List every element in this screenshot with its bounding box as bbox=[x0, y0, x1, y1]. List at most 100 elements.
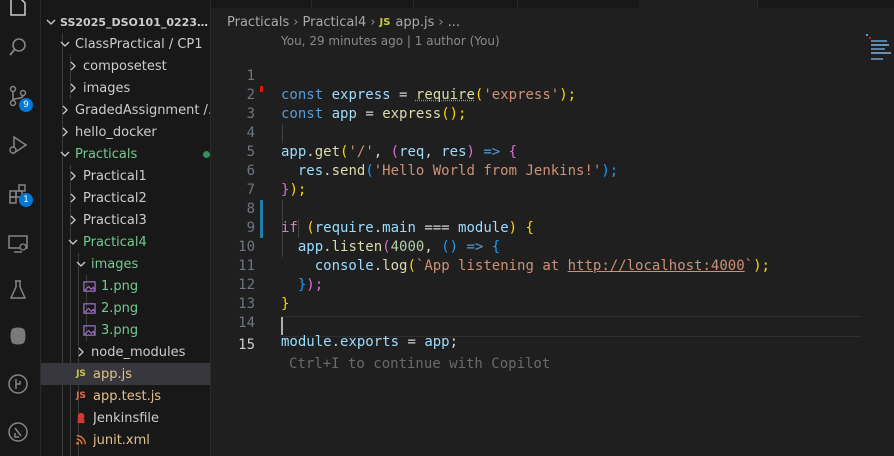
tree-file-junit-xml[interactable]: junit.xml M bbox=[41, 429, 210, 451]
tree-label: GradedAssignment /... bbox=[75, 102, 211, 118]
tree-label: composetest bbox=[83, 58, 167, 74]
chevron-right-icon bbox=[67, 60, 79, 72]
tree-label: 3.png bbox=[101, 322, 139, 338]
tree-label: ClassPractical / CP1 bbox=[75, 36, 203, 52]
run-debug-icon[interactable] bbox=[4, 131, 32, 159]
text-caret bbox=[281, 317, 283, 335]
workspace-root-label: SS2025_DSO101_02230305 bbox=[60, 15, 211, 29]
remote-explorer-icon[interactable] bbox=[4, 229, 32, 257]
jenkins-file-icon bbox=[73, 410, 89, 426]
tree-file-1-png[interactable]: 1.png U bbox=[41, 275, 210, 297]
code-line: 15 Ctrl+I to continue with Copilot bbox=[211, 317, 894, 372]
tree-label: junit.xml bbox=[93, 432, 150, 448]
tree-label: Practicals bbox=[75, 146, 138, 162]
tree-folder-gradedassignment[interactable]: GradedAssignment /... bbox=[41, 99, 211, 121]
tree-label: node_modules bbox=[91, 344, 186, 360]
chevron-right-icon bbox=[75, 346, 87, 358]
workspace-root[interactable]: SS2025_DSO101_02230305 bbox=[41, 11, 211, 33]
image-file-icon bbox=[81, 322, 97, 338]
tree-folder-practical2[interactable]: Practical2 bbox=[41, 187, 210, 209]
chevron-right-icon bbox=[59, 126, 71, 138]
tab[interactable] bbox=[211, 0, 312, 8]
code-line: 3 bbox=[211, 86, 894, 122]
chevron-down-icon bbox=[75, 258, 87, 270]
breadcrumb: Practicals › Practical4 › JS app.js › ..… bbox=[227, 12, 460, 32]
chevron-down-icon bbox=[67, 236, 79, 248]
code-line: 1 const express = require('express'); bbox=[211, 48, 894, 103]
breadcrumb-item[interactable]: Practical4 bbox=[302, 15, 366, 30]
tree-folder-images-practical4[interactable]: images bbox=[41, 253, 210, 275]
explorer-icon[interactable] bbox=[4, 0, 32, 20]
explorer-panel: SS2025_DSO101_02230305 ClassPractical / … bbox=[41, 0, 211, 456]
chevron-right-icon: › bbox=[370, 14, 376, 30]
breadcrumb-item[interactable]: Practicals bbox=[227, 15, 289, 30]
code-line: 5 res.send('Hello World from Jenkins!'); bbox=[211, 124, 894, 179]
code-line: 12 } bbox=[211, 257, 894, 312]
tab-active[interactable] bbox=[639, 0, 758, 8]
code-line: 7 bbox=[211, 162, 894, 198]
tree-file-app-js[interactable]: JS app.js M bbox=[41, 363, 210, 385]
tree-label: Jenkinsfile bbox=[93, 410, 160, 426]
js-file-icon: JS bbox=[76, 369, 86, 379]
code-line: 2 const app = express(); bbox=[211, 67, 894, 122]
tab-strip bbox=[211, 0, 894, 8]
tree-file-3-png[interactable]: 3.png U bbox=[41, 319, 210, 341]
tree-label: hello_docker bbox=[75, 124, 157, 140]
tree-folder-node-modules[interactable]: node_modules bbox=[41, 341, 210, 363]
tree-label: images bbox=[91, 256, 139, 272]
code-line: 8 if (require.main === module) { bbox=[211, 181, 894, 236]
tree-label: Practical3 bbox=[83, 212, 147, 228]
chevron-down-icon bbox=[59, 148, 71, 160]
tree-folder-classpractical[interactable]: ClassPractical / CP1 bbox=[41, 33, 210, 55]
minimap[interactable] bbox=[866, 34, 892, 64]
extensions-badge: 1 bbox=[19, 193, 33, 207]
tree-label: app.test.js bbox=[93, 388, 162, 404]
code-line: 13 bbox=[211, 276, 894, 312]
chevron-right-icon bbox=[67, 170, 79, 182]
line-number: 15 bbox=[238, 337, 255, 353]
testing-icon[interactable] bbox=[4, 276, 32, 304]
modified-dot bbox=[203, 150, 210, 158]
activity-bar: 9 1 bbox=[0, 0, 41, 456]
git-blame-codelens[interactable]: You, 29 minutes ago | 1 author (You) bbox=[281, 34, 500, 48]
code-line: 14 module.exports = app; bbox=[211, 295, 894, 350]
code-line: 4 app.get('/', (req, res) => { bbox=[211, 105, 894, 160]
tree-label: Practical1 bbox=[83, 168, 147, 184]
breadcrumb-item[interactable]: ... bbox=[448, 15, 460, 30]
chevron-right-icon: › bbox=[293, 14, 299, 30]
code-line: 10 console.log(`App listening at http://… bbox=[211, 219, 894, 274]
docker-icon[interactable] bbox=[4, 322, 32, 350]
code-line: 11 }); bbox=[211, 238, 894, 293]
tab[interactable] bbox=[413, 0, 518, 8]
image-file-icon bbox=[81, 278, 97, 294]
tree-folder-hello-docker[interactable]: hello_docker bbox=[41, 121, 210, 143]
chevron-right-icon bbox=[67, 82, 79, 94]
git-graph-icon[interactable] bbox=[4, 370, 32, 398]
breadcrumb-item[interactable]: app.js bbox=[395, 15, 434, 30]
tree-file-2-png[interactable]: 2.png U bbox=[41, 297, 210, 319]
tree-folder-composetest[interactable]: composetest bbox=[41, 55, 210, 77]
copilot-hint: Ctrl+I to continue with Copilot bbox=[289, 356, 551, 372]
tree-label: 2.png bbox=[101, 300, 139, 316]
tab[interactable] bbox=[311, 0, 414, 8]
accounts-icon[interactable] bbox=[4, 418, 32, 446]
rss-file-icon bbox=[73, 432, 89, 448]
tree-file-jenkinsfile[interactable]: Jenkinsfile bbox=[41, 407, 210, 429]
js-test-file-icon: JS bbox=[76, 391, 86, 401]
editor-area: Practicals › Practical4 › JS app.js › ..… bbox=[211, 0, 894, 456]
search-icon[interactable] bbox=[4, 33, 32, 61]
chevron-right-icon: › bbox=[438, 14, 444, 30]
code-line: 9 app.listen(4000, () => { bbox=[211, 200, 894, 255]
tab[interactable] bbox=[517, 0, 640, 8]
chevron-down-icon bbox=[45, 16, 56, 28]
chevron-right-icon bbox=[67, 214, 79, 226]
tree-folder-practical1[interactable]: Practical1 bbox=[41, 165, 210, 187]
tree-label: 1.png bbox=[101, 278, 139, 294]
code-line: 6 }); bbox=[211, 143, 894, 198]
tree-folder-practical4[interactable]: Practical4 bbox=[41, 231, 210, 253]
tree-folder-images[interactable]: images bbox=[41, 77, 210, 99]
tree-file-app-test-js[interactable]: JS app.test.js M bbox=[41, 385, 210, 407]
source-control-badge: 9 bbox=[19, 98, 33, 112]
tree-folder-practicals[interactable]: Practicals bbox=[41, 143, 210, 165]
tree-folder-practical3[interactable]: Practical3 bbox=[41, 209, 210, 231]
